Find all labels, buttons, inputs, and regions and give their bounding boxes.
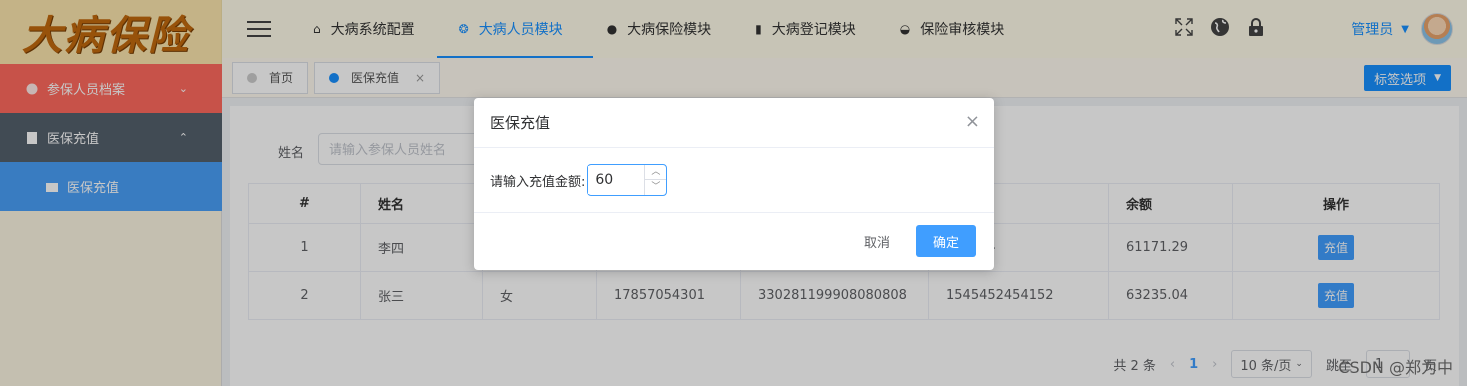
dialog-footer: 取消 确定: [474, 213, 994, 269]
increment-icon[interactable]: ︿: [645, 165, 667, 180]
dialog-header: 医保充值 ×: [474, 98, 994, 148]
amount-stepper[interactable]: ︿ ﹀: [587, 164, 668, 196]
dialog-title: 医保充值: [490, 114, 551, 132]
close-icon[interactable]: ×: [965, 111, 980, 132]
amount-input[interactable]: [588, 166, 643, 194]
watermark: CSDN @郑为中: [1338, 358, 1453, 377]
amount-label: 请输入充值金额:: [490, 174, 586, 190]
recharge-dialog: 医保充值 × 请输入充值金额: ︿ ﹀ 取消 确定: [474, 98, 994, 270]
stepper-controls: ︿ ﹀: [644, 165, 667, 195]
dialog-body: 请输入充值金额: ︿ ﹀: [474, 148, 994, 213]
cancel-button[interactable]: 取消: [845, 225, 908, 257]
decrement-icon[interactable]: ﹀: [645, 180, 666, 195]
confirm-button[interactable]: 确定: [916, 225, 976, 257]
